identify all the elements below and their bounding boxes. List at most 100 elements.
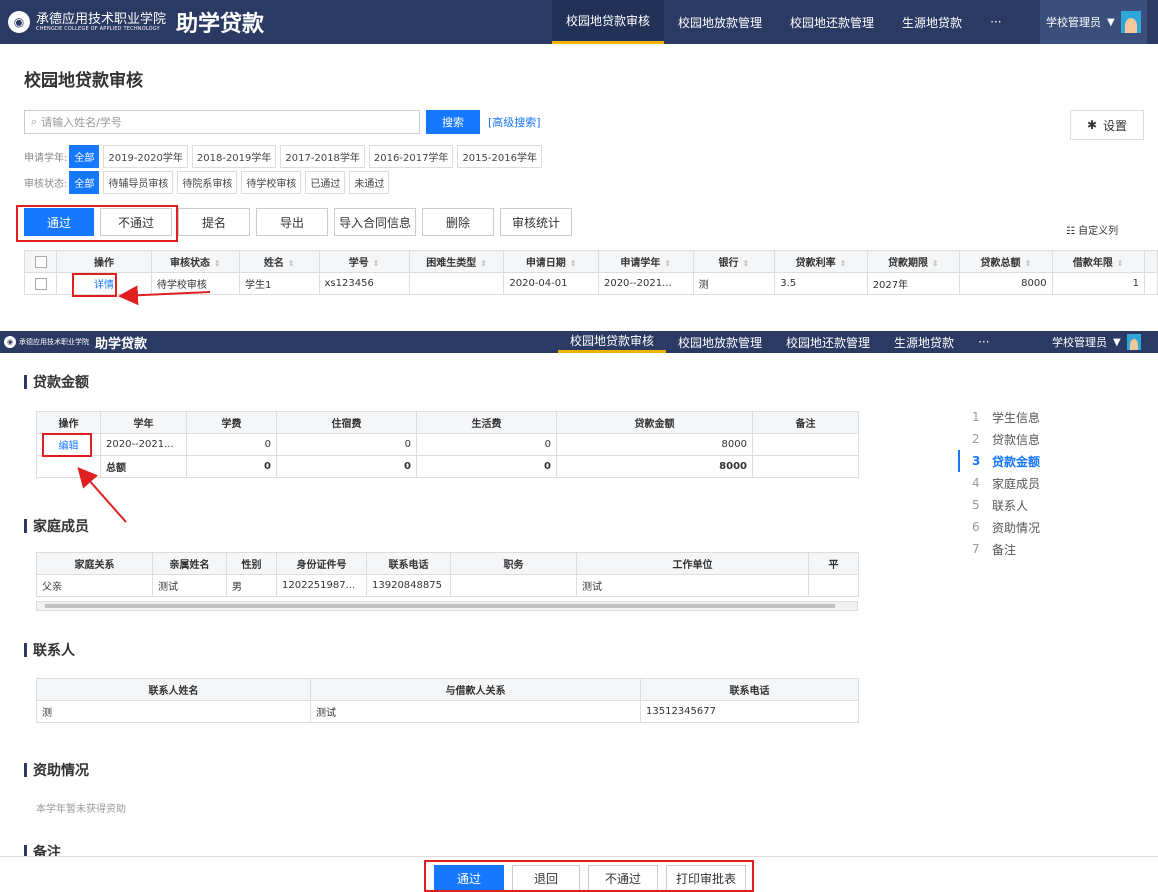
main-nav-compact: 校园地贷款审核 校园地放款管理 校园地还款管理 生源地贷款 ··· — [558, 331, 1002, 353]
table-header-row: 操作 审核状态 ⇕ 姓名 ⇕ 学号 ⇕ 困难生类型 ⇕ 申请日期 ⇕ 申请学年 ⇕ 银行 ⇕ … — [23, 250, 1158, 273]
table-row[interactable]: 详情 待学校审核 学生1 xs123456 2020-04-01 2020--2… — [23, 272, 1158, 295]
anchor-student-info[interactable]: 1 学生信息 — [972, 406, 1040, 428]
nominate-button[interactable]: 提名 — [178, 208, 250, 236]
col-position: 职务 — [450, 552, 577, 575]
col-difficulty[interactable]: 困难生类型 ⇕ — [408, 250, 505, 273]
nav-campus-disbursement[interactable]: 校园地放款管理 — [666, 331, 774, 353]
school-logo[interactable]: ◉ 承德应用技术职业学院 CHENGDE COLLEGE OF APPLIED … — [0, 6, 264, 38]
nav-more[interactable]: ··· — [976, 0, 1015, 44]
sort-icon: ⇕ — [480, 259, 487, 268]
status-chip-department[interactable]: 待院系审核 — [177, 171, 238, 194]
year-chip-2015[interactable]: 2015-2016学年 — [457, 145, 542, 168]
import-contract-button[interactable]: 导入合同信息 — [334, 208, 416, 236]
col-total[interactable]: 贷款总额 ⇕ — [959, 250, 1053, 273]
status-chip-school[interactable]: 待学校审核 — [241, 171, 302, 194]
sort-icon: ⇕ — [664, 259, 672, 268]
col-student-id[interactable]: 学号 ⇕ — [318, 250, 410, 273]
school-name-cn-compact: 承德应用技术职业学院 — [19, 338, 89, 346]
anchor-loan-amount[interactable]: 3 贷款金额 — [958, 450, 1040, 472]
cell-contact-name: 测 — [36, 700, 311, 723]
nav-campus-repayment[interactable]: 校园地还款管理 — [776, 0, 888, 44]
anchor-nav: 1 学生信息 2 贷款信息 3 贷款金额 4 家庭成员 5 联系人 6 资助情况 7 备注 — [958, 406, 1040, 560]
export-button[interactable]: 导出 — [256, 208, 328, 236]
section-title-contact: 联系人 — [24, 640, 75, 660]
year-chip-2019[interactable]: 2019-2020学年 — [103, 145, 188, 168]
nav-more[interactable]: ··· — [966, 331, 1001, 353]
user-menu-compact[interactable]: 学校管理员 ▼ — [1052, 331, 1141, 353]
anchor-aid[interactable]: 6 资助情况 — [972, 516, 1040, 538]
year-chip-all[interactable]: 全部 — [69, 145, 100, 168]
col-bank[interactable]: 银行 ⇕ — [692, 250, 776, 273]
horizontal-scrollbar[interactable] — [36, 601, 858, 611]
table-header-row: 联系人姓名 与借款人关系 联系电话 — [36, 678, 859, 701]
sort-icon: ⇕ — [1024, 259, 1032, 268]
nav-campus-disbursement[interactable]: 校园地放款管理 — [664, 0, 776, 44]
top-header-compact: ◉ 承德应用技术职业学院 助学贷款 校园地贷款审核 校园地放款管理 校园地还款管… — [0, 331, 1158, 353]
col-date[interactable]: 申请日期 ⇕ — [503, 250, 599, 273]
total-amount: 8000 — [556, 455, 753, 478]
col-gender: 性别 — [226, 552, 277, 575]
status-chip-counselor[interactable]: 待辅导员审核 — [103, 171, 174, 194]
review-stats-button[interactable]: 审核统计 — [500, 208, 572, 236]
cell-id-number: 1202251987... — [276, 574, 367, 597]
scrollbar-thumb[interactable] — [45, 604, 835, 608]
advanced-search-link[interactable]: [高级搜索] — [488, 114, 541, 130]
custom-columns-label: 自定义列 — [1078, 226, 1119, 237]
delete-button[interactable]: 删除 — [422, 208, 494, 236]
app-title: 助学贷款 — [176, 12, 265, 37]
cell-year: 2020--2021... — [100, 433, 187, 456]
anchor-family[interactable]: 4 家庭成员 — [972, 472, 1040, 494]
anchor-loan-info[interactable]: 2 贷款信息 — [972, 428, 1040, 450]
cell-lodging: 0 — [276, 433, 417, 456]
cell-term: 2027年 — [866, 272, 961, 295]
select-all-checkbox[interactable] — [23, 250, 58, 273]
row-checkbox[interactable] — [23, 272, 58, 295]
year-chip-2016[interactable]: 2016-2017学年 — [368, 145, 454, 168]
section-title-loan-amount: 贷款金额 — [24, 372, 89, 392]
nav-origin-loan[interactable]: 生源地贷款 — [888, 0, 976, 44]
nav-campus-loan-review[interactable]: 校园地贷款审核 — [552, 0, 665, 44]
search-button[interactable]: 搜索 — [426, 110, 480, 134]
cell-empty — [36, 455, 101, 478]
anchor-contact[interactable]: 5 联系人 — [972, 494, 1040, 516]
total-label: 总额 — [100, 455, 187, 478]
year-filter: 申请学年: 全部 2019-2020学年 2018-2019学年 2017-20… — [24, 145, 546, 168]
col-lodging: 住宿费 — [276, 411, 417, 434]
cell-tuition: 0 — [186, 433, 277, 456]
user-name: 学校管理员 — [1052, 336, 1107, 349]
app-title-compact: 助学贷款 — [95, 336, 148, 352]
nav-campus-loan-review[interactable]: 校园地贷款审核 — [558, 331, 667, 353]
nav-campus-repayment[interactable]: 校园地还款管理 — [774, 331, 882, 353]
avatar — [1126, 334, 1141, 350]
col-year: 学年 — [100, 411, 187, 434]
user-menu[interactable]: 学校管理员 ▼ — [1040, 0, 1147, 44]
col-name[interactable]: 姓名 ⇕ — [238, 250, 320, 273]
section-title-family: 家庭成员 — [24, 516, 89, 536]
col-years[interactable]: 借款年限 ⇕ — [1051, 250, 1146, 273]
cell-name: 学生1 — [238, 272, 320, 295]
year-chip-2018[interactable]: 2018-2019学年 — [191, 145, 277, 168]
cell-amount: 8000 — [556, 433, 753, 456]
col-term[interactable]: 贷款期限 ⇕ — [866, 250, 961, 273]
col-op: 操作 — [56, 250, 152, 273]
col-status[interactable]: 审核状态 ⇕ — [150, 250, 240, 273]
cell-contact-relation: 测试 — [310, 700, 641, 723]
search-input[interactable]: ⌕ 请输入姓名/学号 — [24, 110, 420, 134]
school-logo-compact[interactable]: ◉ 承德应用技术职业学院 助学贷款 — [0, 333, 147, 352]
status-chip-approved[interactable]: 已通过 — [305, 171, 346, 194]
col-year[interactable]: 申请学年 ⇕ — [597, 250, 694, 273]
nav-origin-loan[interactable]: 生源地贷款 — [882, 331, 966, 353]
status-chip-rejected[interactable]: 未通过 — [349, 171, 390, 194]
custom-columns-button[interactable]: ☷ 自定义列 — [1066, 222, 1118, 237]
sort-icon: ⇕ — [569, 259, 577, 268]
status-chip-all[interactable]: 全部 — [69, 171, 100, 194]
highlight-footer-buttons — [424, 860, 754, 892]
table-row: 测 测试 13512345677 — [36, 700, 859, 723]
anchor-notes[interactable]: 7 备注 — [972, 538, 1040, 560]
col-rate[interactable]: 贷款利率 ⇕ — [774, 250, 868, 273]
settings-button[interactable]: ✱ 设置 — [1070, 110, 1144, 140]
year-chip-2017[interactable]: 2017-2018学年 — [280, 145, 365, 168]
search-placeholder: 请输入姓名/学号 — [41, 116, 122, 129]
sort-icon: ⇕ — [839, 259, 847, 268]
cell-student-id: xs123456 — [318, 272, 410, 295]
